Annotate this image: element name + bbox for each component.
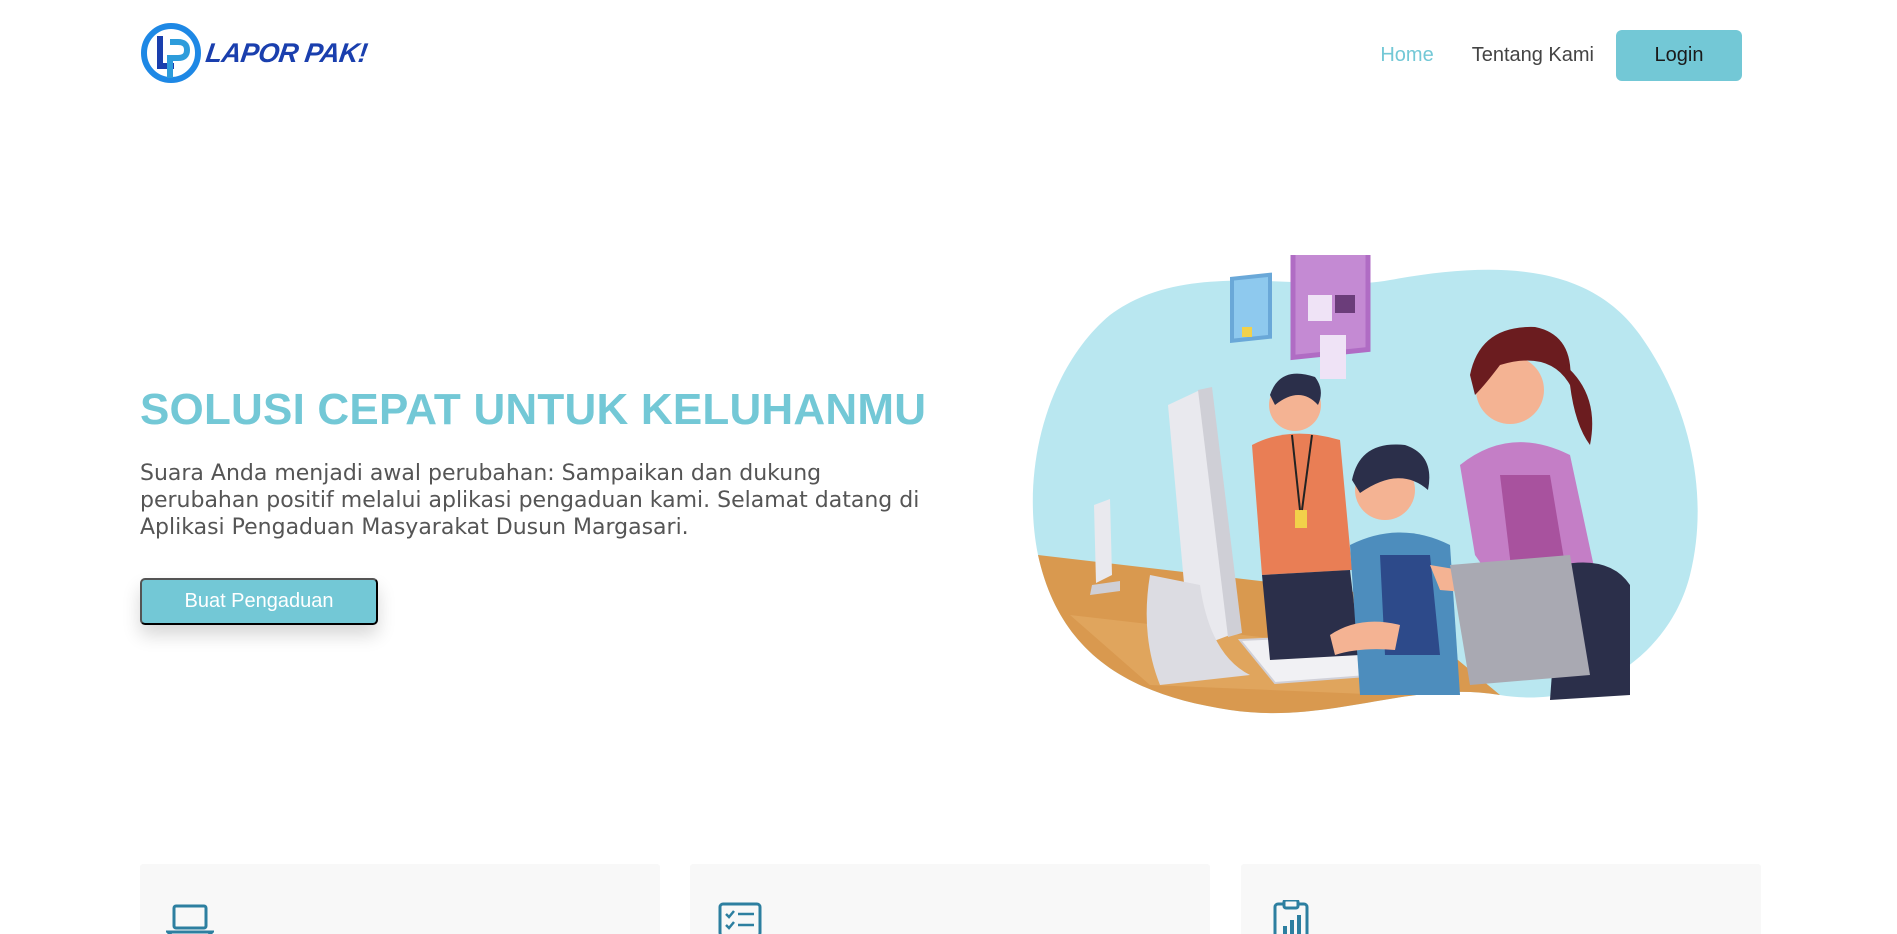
laptop-icon <box>166 904 214 934</box>
checklist-icon <box>718 902 762 934</box>
login-button[interactable]: Login <box>1616 30 1742 81</box>
logo-mark-icon <box>141 23 201 83</box>
brand-name: LAPOR PAK! <box>203 37 370 68</box>
main-nav: Home Tentang Kami Login <box>1342 30 1742 81</box>
people-at-computer-illustration <box>1032 255 1698 714</box>
nav-home-link[interactable]: Home <box>1380 44 1433 67</box>
navbar: LAPOR PAK! Home Tentang Kami Login <box>0 0 1897 110</box>
brand-logo[interactable]: LAPOR PAK! <box>140 22 370 84</box>
feature-card <box>690 864 1210 934</box>
nav-about-link[interactable]: Tentang Kami <box>1472 44 1594 67</box>
feature-card <box>140 864 660 934</box>
hero-description: Suara Anda menjadi awal perubahan: Sampa… <box>140 461 920 540</box>
create-complaint-button[interactable]: Buat Pengaduan <box>140 578 378 625</box>
clipboard-chart-icon <box>1273 900 1309 934</box>
feature-card <box>1241 864 1761 934</box>
hero-title: SOLUSI CEPAT UNTUK KELUHANMU <box>140 385 927 434</box>
